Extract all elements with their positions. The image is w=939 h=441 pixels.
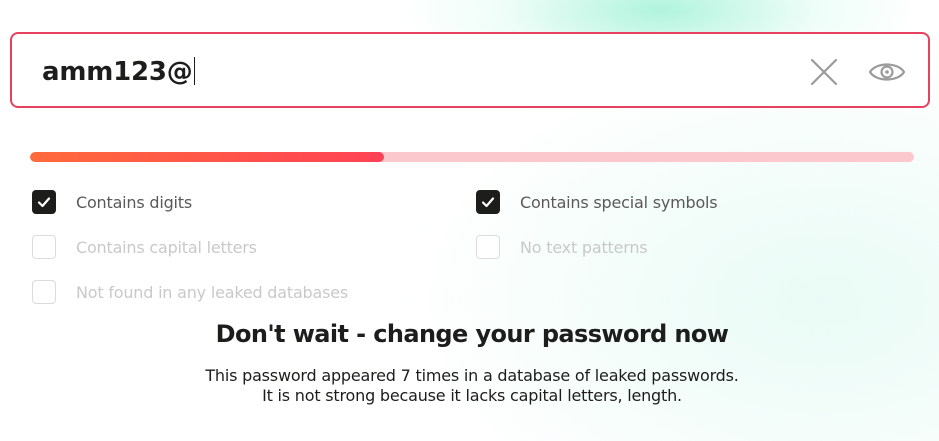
clear-button[interactable] (808, 56, 840, 88)
toggle-visibility-button[interactable] (867, 56, 907, 88)
checkbox[interactable] (32, 190, 56, 214)
verdict-line: This password appeared 7 times in a data… (205, 366, 739, 385)
password-input-value[interactable]: amm123@ (42, 54, 195, 90)
checkmark-icon (481, 197, 495, 208)
verdict-line: It is not strong because it lacks capita… (262, 386, 682, 405)
checkbox[interactable] (476, 235, 500, 259)
criteria-label: Not found in any leaked databases (76, 282, 349, 302)
criteria-contains-digits[interactable]: Contains digits (32, 189, 192, 215)
criteria-label: Contains special symbols (520, 192, 718, 212)
eye-icon (868, 63, 906, 81)
criteria-label: Contains digits (76, 192, 193, 212)
checkbox[interactable] (32, 280, 56, 304)
password-strength-fill (30, 152, 384, 162)
close-icon (810, 58, 838, 86)
criteria-contains-special-symbols[interactable]: Contains special symbols (476, 189, 718, 215)
criteria-not-in-leaked-databases[interactable]: Not found in any leaked databases (32, 279, 348, 305)
checkmark-icon (37, 197, 51, 208)
verdict-description: This password appeared 7 times in a data… (0, 366, 939, 406)
criteria-contains-capital-letters[interactable]: Contains capital letters (32, 234, 257, 260)
password-field[interactable]: amm123@ (10, 32, 930, 108)
criteria-label: No text patterns (520, 237, 648, 257)
text-caret (193, 57, 195, 85)
criteria-no-text-patterns[interactable]: No text patterns (476, 234, 648, 260)
checkbox[interactable] (32, 235, 56, 259)
verdict-title: Don't wait - change your password now (215, 320, 729, 348)
criteria-label: Contains capital letters (76, 237, 257, 257)
checkbox[interactable] (476, 190, 500, 214)
password-strength-bar (30, 152, 914, 162)
